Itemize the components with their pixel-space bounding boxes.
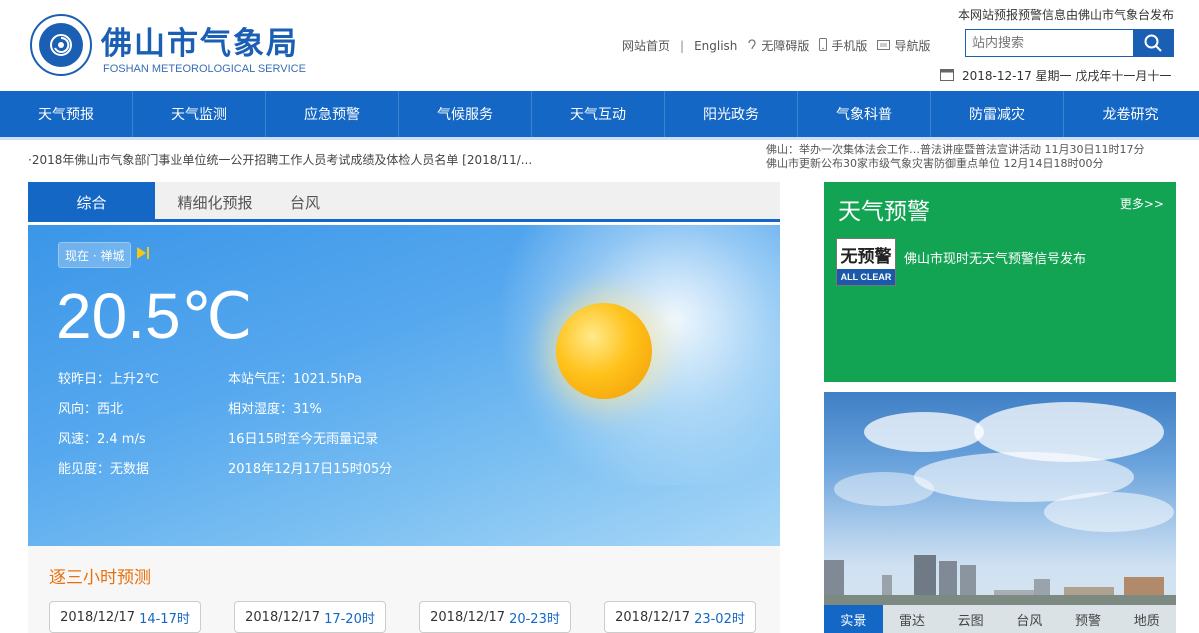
no-warning-label: 无预警 [837,239,895,269]
humidity: 相对湿度：31% [228,402,322,417]
tab-typhoon-map[interactable]: 台风 [1000,605,1059,633]
site-header: 佛山市气象局 FOSHAN METEOROLOGICAL SERVICE 本网站… [0,0,1199,91]
news-scroll-item[interactable]: 佛山：举办一次集体法会工作…普法讲座暨普法宣讲活动 11月30日11时17分 [766,143,1176,157]
photo-tabs: 实景 雷达 云图 台风 预警 地质 [824,605,1176,633]
three-hour-forecast: 逐三小时预测 2018/12/17 14-17时 2018/12/17 17-20时… [28,546,780,633]
ear-icon [747,38,757,54]
site-title: 佛山市气象局 [101,26,299,62]
search-box [965,29,1174,57]
wind-speed: 风速：2.4 m/s [58,432,146,447]
main-nav: 天气预报 天气监测 应急预警 气候服务 天气互动 阳光政务 气象科普 防雷减灾 … [0,91,1199,137]
nav-meteorology-science[interactable]: 气象科普 [798,91,931,137]
nav-climate-service[interactable]: 气候服务 [399,91,532,137]
mobile-label: 手机版 [831,39,868,53]
tab-detailed-forecast[interactable]: 精细化预报 [155,182,275,222]
current-weather-panel: 现在 · 禅城 20.5℃ 较昨日：上升2℃ 风向：西北 风速：2.4 m/s … [28,225,780,546]
forecast-date: 2018/12/17 [60,609,136,625]
news-scroll-item[interactable]: 佛山市更新公布30家市级气象灾害防御重点单位 12月14日18时00分 [766,157,1176,171]
date-line: 2018-12-17 星期一 戊戌年十一月十一 [940,67,1171,84]
guide-icon [877,39,891,53]
tab-radar[interactable]: 雷达 [883,605,942,633]
city-skyline [824,545,1176,605]
warning-status-text: 佛山市现时无天气预警信号发布 [904,252,1087,267]
forecast-date: 2018/12/17 [615,609,691,625]
live-photo-panel: 实景 雷达 云图 台风 预警 地质 [824,392,1176,633]
news-scroll: 佛山：举办一次集体法会工作…普法讲座暨普法宣讲活动 11月30日11时17分 佛… [766,143,1176,173]
no-warning-icon[interactable]: 无预警 ALL CLEAR [836,238,896,286]
forecast-hours: 20-23时 [509,611,560,627]
top-notice: 本网站预报预警信息由佛山市气象台发布 [957,8,1174,22]
search-icon [1144,34,1162,52]
temp-change: 较昨日：上升2℃ [58,372,159,387]
cloud [864,412,984,452]
current-date: 2018-12-17 星期一 戊戌年十一月十一 [962,69,1172,83]
english-link[interactable]: English [694,39,737,53]
nav-tornado-research[interactable]: 龙卷研究 [1064,91,1197,137]
news-ticker[interactable]: ·2018年佛山市气象部门事业单位统一公开招聘工作人员考试成绩及体检人员名单 [… [28,151,548,168]
location-badge[interactable]: 现在 · 禅城 [58,242,132,268]
nav-underline [0,137,1199,140]
forecast-date: 2018/12/17 [430,609,506,625]
nav-government-affairs[interactable]: 阳光政务 [665,91,798,137]
search-input[interactable] [966,30,1133,56]
tab-warning[interactable]: 预警 [1059,605,1118,633]
warning-more-link[interactable]: 更多>> [1120,195,1164,212]
tab-overview[interactable]: 综合 [28,182,155,222]
forecast-hours: 23-02时 [694,611,745,627]
nav-weather-monitor[interactable]: 天气监测 [133,91,266,137]
search-button[interactable] [1133,30,1173,56]
accessible-label: 无障碍版 [761,39,810,53]
play-icon[interactable] [136,246,150,264]
all-clear-label: ALL CLEAR [837,269,895,285]
logo-emblem-icon [39,23,83,67]
cloud [834,472,934,506]
forecast-title: 逐三小时预测 [49,568,151,588]
tab-typhoon[interactable]: 台风 [275,182,335,222]
weather-details-right: 本站气压：1021.5hPa 相对湿度：31% 16日15时至今无雨量记录 20… [228,365,392,485]
sun-icon [556,303,652,399]
tab-geology[interactable]: 地质 [1117,605,1176,633]
weather-warning-box: 天气预警 更多>> 无预警 ALL CLEAR 佛山市现时无天气预警信号发布 [824,182,1176,382]
link-separator: | [680,38,685,53]
visibility: 能见度：无数据 [58,462,150,477]
forecast-hours: 14-17时 [139,611,190,627]
weather-details-left: 较昨日：上升2℃ 风向：西北 风速：2.4 m/s 能见度：无数据 [58,365,159,485]
tab-live-view[interactable]: 实景 [824,605,883,633]
air-pressure: 本站气压：1021.5hPa [228,372,362,387]
phone-icon [819,37,828,54]
nav-weather-forecast[interactable]: 天气预报 [0,91,133,137]
site-subtitle: FOSHAN METEOROLOGICAL SERVICE [103,63,306,75]
guide-label: 导航版 [894,39,931,53]
nav-weather-interaction[interactable]: 天气互动 [532,91,665,137]
top-links: 网站首页 | English 无障碍版 手机版 导航版 [622,37,940,54]
mobile-link[interactable]: 手机版 [819,37,867,54]
forecast-slot[interactable]: 2018/12/17 14-17时 [49,601,201,633]
home-link[interactable]: 网站首页 [622,37,670,54]
observation-time: 2018年12月17日15时05分 [228,462,393,477]
accessible-link[interactable]: 无障碍版 [747,37,809,54]
swirl-icon [50,34,72,56]
warning-title: 天气预警 [838,199,930,225]
wind-direction: 风向：西北 [58,402,124,417]
forecast-slot[interactable]: 2018/12/17 17-20时 [234,601,386,633]
logo[interactable] [30,14,92,76]
nav-emergency-warning[interactable]: 应急预警 [266,91,399,137]
current-temperature: 20.5℃ [56,280,253,352]
forecast-slot[interactable]: 2018/12/17 20-23时 [419,601,571,633]
weather-tabs: 综合 精细化预报 台风 [28,182,780,222]
tab-satellite[interactable]: 云图 [941,605,1000,633]
cloud [1044,492,1174,532]
forecast-hours: 17-20时 [324,611,375,627]
guide-link[interactable]: 导航版 [877,37,930,54]
calendar-icon [940,68,954,84]
forecast-slot[interactable]: 2018/12/17 23-02时 [604,601,756,633]
nav-lightning-protection[interactable]: 防雷减灾 [931,91,1064,137]
rainfall: 16日15时至今无雨量记录 [228,432,379,447]
forecast-date: 2018/12/17 [245,609,321,625]
